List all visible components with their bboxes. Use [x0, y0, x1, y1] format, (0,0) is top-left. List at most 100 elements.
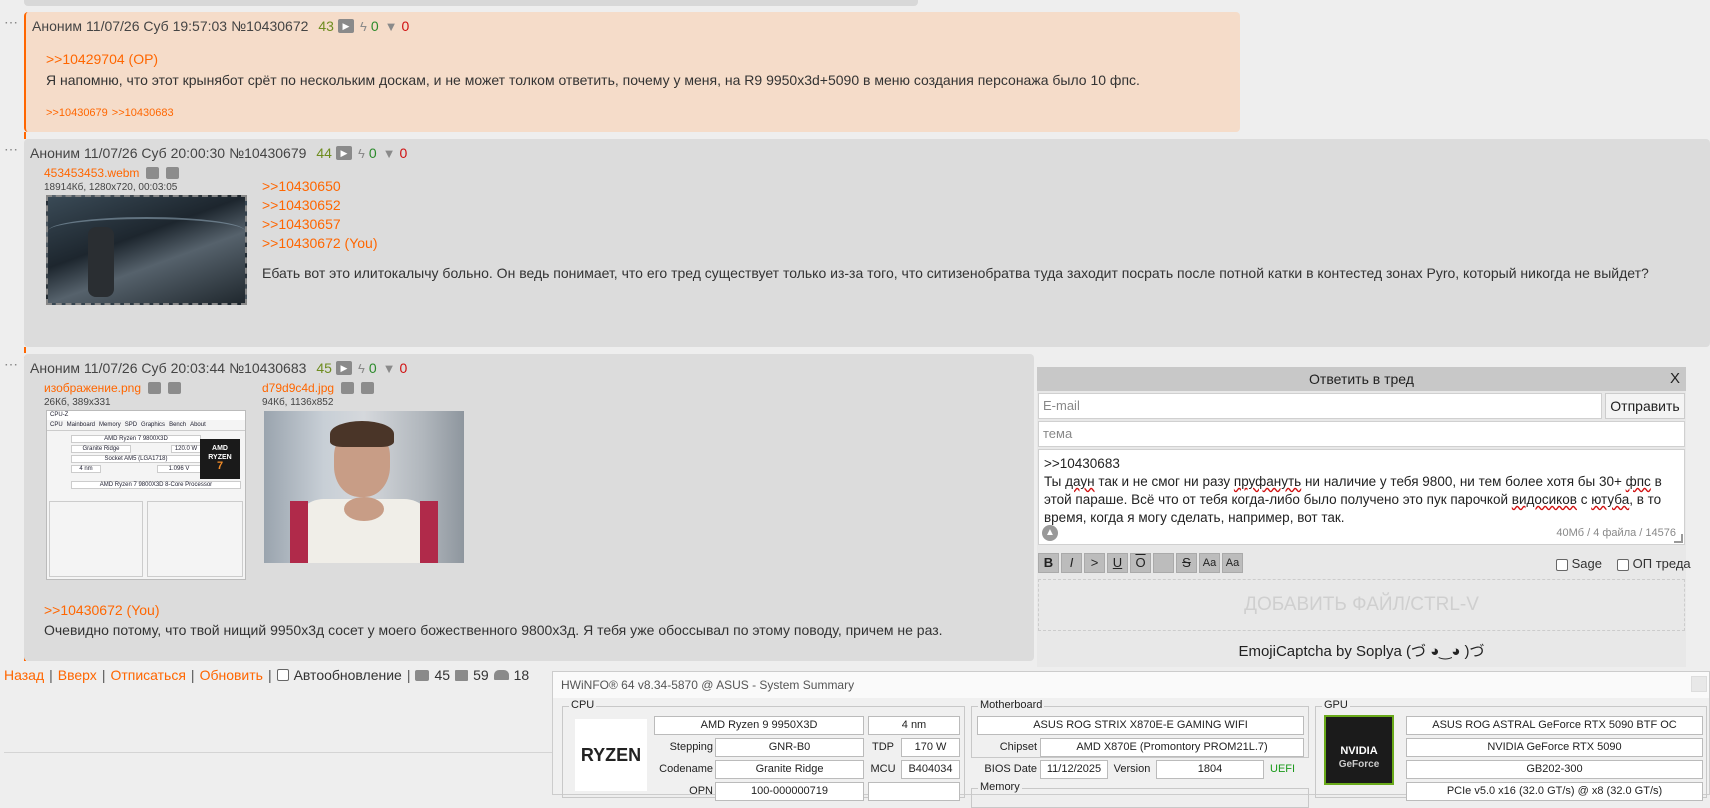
gpu-pcie-field: PCIe v5.0 x16 (32.0 GT/s) @ x8 (32.0 GT/… — [1406, 782, 1703, 801]
dislike-icon[interactable]: ▼ — [383, 361, 396, 376]
op-option[interactable]: ОП треда — [1617, 556, 1691, 571]
cpuz-cache-panel — [147, 501, 243, 577]
quote-link[interactable]: >>10430652 — [262, 196, 377, 215]
post-author: Аноним — [32, 18, 83, 34]
cpuz-codename: Granite Ridge — [71, 445, 131, 453]
download-icon[interactable] — [167, 382, 181, 395]
photo-thumbnail[interactable] — [264, 411, 464, 563]
refresh-link[interactable]: Обновить — [200, 667, 263, 683]
post-header: Аноним 11/07/26 Суб 20:03:44 №10430683 4… — [30, 360, 407, 376]
cpuz-tab: SPD — [124, 422, 138, 428]
format-toolbar: B I > U O S Aa Aa — [1038, 553, 1245, 573]
geforce-logo-text: GeForce — [1338, 759, 1380, 770]
quote-link[interactable]: >>10430650 — [262, 177, 377, 196]
gpu-chip-field: GB202-300 — [1406, 760, 1703, 779]
message-textarea[interactable]: >>10430683 Ты даун так и не смог ни разу… — [1038, 449, 1685, 545]
post-menu-icon[interactable]: ⋯ — [4, 357, 19, 371]
quote-link[interactable]: >>10430657 — [262, 215, 377, 234]
file-info: 94Кб, 1136x852 — [262, 397, 334, 408]
reply-link[interactable]: >>10430679 — [46, 104, 108, 123]
close-icon[interactable] — [1691, 676, 1707, 692]
post-number[interactable]: №10430679 — [229, 145, 306, 161]
cpuz-title: CPU-Z — [47, 411, 245, 420]
quote-link[interactable]: >>10430672 (You) — [44, 601, 159, 620]
stepping-field: GNR-B0 — [715, 738, 864, 757]
users-icon — [493, 670, 509, 680]
resize-handle-icon[interactable] — [1674, 534, 1683, 543]
message-fragment: так и не смог ни разу — [1094, 474, 1234, 489]
send-button[interactable]: Отправить — [1605, 393, 1685, 419]
post-header: Аноним 11/07/26 Суб 19:57:03 №10430672 4… — [32, 18, 409, 34]
emoji-icon[interactable]: ▲ — [1042, 525, 1058, 541]
file-name-link[interactable]: d79d9c4d.jpg — [262, 381, 334, 395]
posts-icon — [415, 669, 430, 681]
reply-link[interactable]: >>10430683 — [112, 104, 174, 123]
bolt-icon[interactable]: ϟ — [360, 19, 367, 34]
search-image-icon[interactable] — [340, 382, 354, 395]
post-menu-icon[interactable]: ⋯ — [4, 142, 19, 156]
overline-button[interactable]: O — [1130, 553, 1151, 573]
cpuz-tab: Memory — [99, 422, 121, 428]
play-icon[interactable]: ▶ — [335, 146, 352, 160]
subject-input[interactable]: тема — [1038, 421, 1685, 447]
back-link[interactable]: Назад — [4, 667, 44, 683]
file-dropzone[interactable]: ДОБАВИТЬ ФАЙЛ/CTRL-V — [1038, 579, 1685, 631]
unsubscribe-link[interactable]: Отписаться — [110, 667, 185, 683]
video-thumbnail[interactable] — [46, 195, 247, 305]
file-name-link[interactable]: изображение.png — [44, 381, 141, 395]
sage-checkbox[interactable] — [1556, 558, 1568, 571]
hwinfo-titlebar[interactable]: HWiNFO® 64 v8.34-5870 @ ASUS - System Su… — [553, 672, 1709, 698]
nvidia-geforce-logo: NVIDIA GeForce — [1324, 715, 1394, 785]
bios-date-field: 11/12/2025 — [1040, 760, 1108, 779]
ryzen-logo: RYZEN — [575, 719, 647, 791]
like-count: 0 — [368, 145, 377, 161]
search-image-icon[interactable] — [147, 382, 161, 395]
superscript-button[interactable]: Aa — [1199, 553, 1220, 573]
cpuz-tab: Mainboard — [66, 422, 96, 428]
italic-button[interactable]: I — [1061, 553, 1082, 573]
post-menu-icon[interactable]: ⋯ — [4, 15, 19, 29]
post-author: Аноним — [30, 145, 81, 161]
file-name-link[interactable]: 453453453.webm — [44, 166, 139, 180]
underline-button[interactable]: U — [1107, 553, 1128, 573]
subscript-button[interactable]: Aa — [1222, 553, 1243, 573]
opn-label: OPN — [689, 785, 713, 797]
cpuz-package: Socket AM5 (LGA1718) — [71, 455, 201, 463]
quote-button[interactable]: > — [1084, 553, 1105, 573]
play-icon[interactable]: ▶ — [335, 361, 352, 375]
dislike-count: 0 — [399, 145, 408, 161]
amd-ryzen-logo: AMD RYZEN 7 — [200, 439, 240, 479]
up-link[interactable]: Вверх — [58, 667, 97, 683]
close-icon[interactable]: X — [1670, 367, 1680, 391]
download-icon[interactable] — [166, 167, 180, 180]
spoiler-button[interactable] — [1153, 553, 1174, 573]
post-number[interactable]: №10430672 — [231, 18, 308, 34]
reply-form-title-text: Ответить в тред — [1309, 371, 1414, 387]
reply-form-title[interactable]: Ответить в тред X — [1037, 367, 1686, 391]
search-image-icon[interactable] — [146, 167, 160, 180]
bolt-icon[interactable]: ϟ — [358, 361, 365, 376]
misspelled-word: даун — [1065, 474, 1095, 489]
email-input[interactable]: E-mail — [1038, 393, 1602, 419]
chipset-label: Chipset — [999, 741, 1037, 753]
bold-button[interactable]: B — [1038, 553, 1059, 573]
dislike-icon[interactable]: ▼ — [383, 146, 396, 161]
motherboard-group-label: Motherboard — [978, 699, 1045, 711]
bolt-icon[interactable]: ϟ — [358, 146, 365, 161]
hwinfo-motherboard-group: Motherboard ASUS ROG STRIX X870E-E GAMIN… — [971, 699, 1309, 779]
op-quote-link[interactable]: >>10429704 (OP) — [46, 50, 158, 69]
message-body: Ты даун так и не смог ни разу пруфануть … — [1044, 473, 1679, 527]
play-icon[interactable]: ▶ — [337, 19, 354, 33]
op-checkbox[interactable] — [1617, 558, 1629, 571]
thread-line — [24, 132, 26, 139]
quote-link[interactable]: >>10430672 (You) — [262, 234, 377, 253]
post-number[interactable]: №10430683 — [229, 360, 306, 376]
autorefresh-checkbox[interactable] — [276, 669, 289, 681]
post-datetime: 11/07/26 Суб 20:03:44 — [84, 360, 226, 376]
cpuz-thumbnail[interactable]: CPU-Z CPU Mainboard Memory SPD Graphics … — [46, 410, 246, 580]
strike-button[interactable]: S — [1176, 553, 1197, 573]
download-icon[interactable] — [360, 382, 374, 395]
sage-option[interactable]: Sage — [1556, 556, 1602, 571]
gpu-name-field: ASUS ROG ASTRAL GeForce RTX 5090 BTF OC — [1406, 716, 1703, 735]
dislike-icon[interactable]: ▼ — [385, 19, 398, 34]
